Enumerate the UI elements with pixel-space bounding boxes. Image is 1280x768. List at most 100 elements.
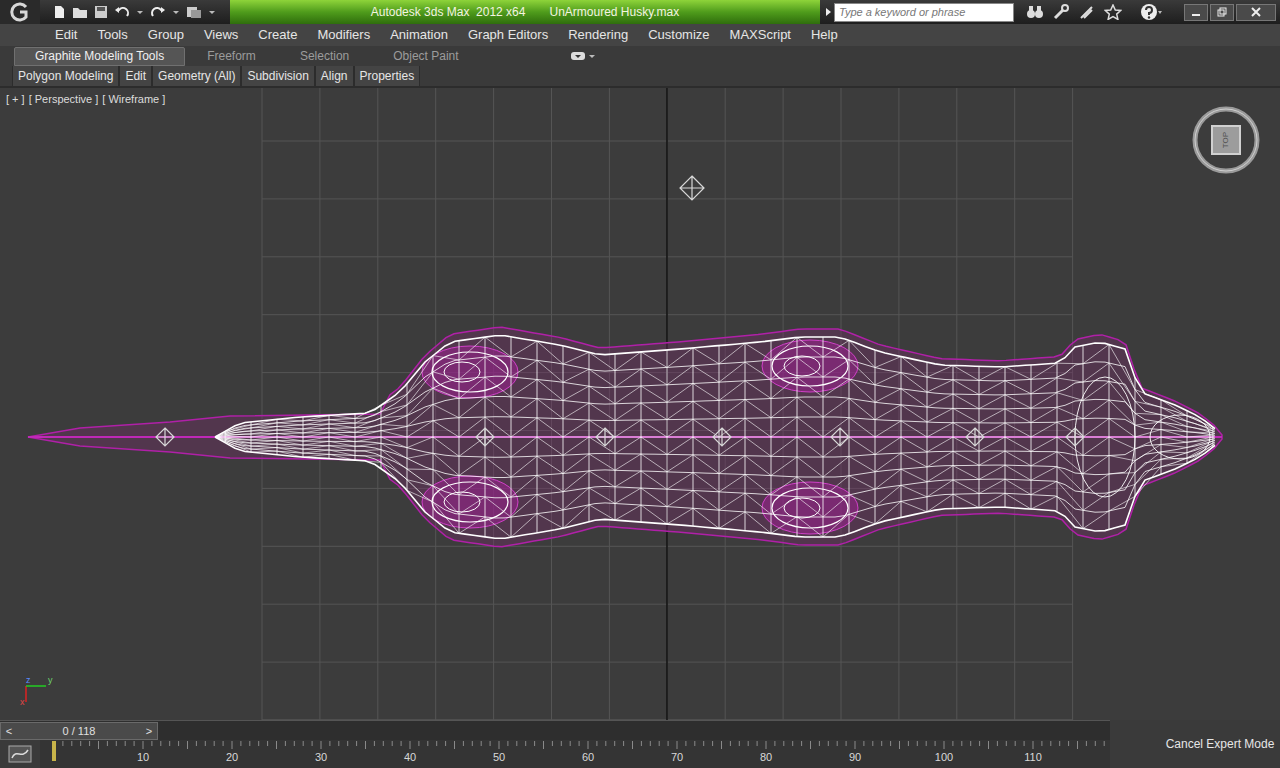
save-icon[interactable] bbox=[94, 5, 108, 19]
undo-icon[interactable] bbox=[114, 5, 130, 19]
binoculars-icon[interactable] bbox=[1026, 4, 1044, 20]
menu-item[interactable]: Views bbox=[194, 25, 248, 45]
restore-button[interactable] bbox=[1210, 4, 1234, 21]
viewcube[interactable]: TOP bbox=[1190, 104, 1262, 176]
time-controls: < 0 / 118 > 102030405060708090100110 bbox=[0, 720, 1160, 768]
mesh-edge bbox=[615, 386, 641, 404]
time-slider-handle[interactable]: < 0 / 118 > bbox=[0, 722, 158, 740]
dropdown-arrow-icon[interactable] bbox=[136, 5, 144, 19]
new-file-icon[interactable] bbox=[52, 5, 66, 19]
bone-helper-icon[interactable] bbox=[596, 428, 614, 446]
mesh-edge bbox=[927, 394, 953, 407]
viewcube-face-label[interactable]: TOP bbox=[1220, 132, 1232, 148]
bone-helper-icon[interactable] bbox=[713, 428, 731, 446]
mesh-edge bbox=[277, 426, 303, 429]
menu-item[interactable]: Help bbox=[801, 25, 848, 45]
search-field[interactable] bbox=[834, 3, 1014, 22]
cancel-expert-mode-button[interactable]: Cancel Expert Mode bbox=[1166, 735, 1275, 753]
star-icon[interactable] bbox=[1104, 4, 1122, 20]
app-menu-button[interactable] bbox=[0, 0, 40, 24]
bone-helper-icon[interactable] bbox=[831, 428, 849, 446]
next-frame-button[interactable]: > bbox=[141, 723, 157, 740]
menu-item[interactable]: Rendering bbox=[558, 25, 638, 45]
time-slider-track[interactable]: < 0 / 118 > bbox=[0, 720, 1110, 740]
mesh-edge bbox=[667, 384, 693, 403]
mesh-edge bbox=[745, 456, 771, 476]
bone-helper-icon[interactable] bbox=[476, 428, 494, 446]
track-bar[interactable]: 102030405060708090100110 bbox=[40, 740, 1110, 768]
mesh-edge bbox=[329, 415, 355, 418]
mesh-edge bbox=[641, 352, 667, 367]
curve-editor-button[interactable] bbox=[0, 740, 40, 768]
mesh-edge bbox=[407, 490, 433, 502]
mesh-edge bbox=[823, 340, 849, 357]
minimize-button[interactable] bbox=[1184, 4, 1208, 21]
expand-arrow-icon[interactable] bbox=[824, 6, 832, 18]
perspective-viewport[interactable]: [ + ][ Perspective ][ Wireframe ] TOP z … bbox=[0, 88, 1280, 720]
viewport-scene[interactable] bbox=[0, 88, 1280, 720]
grid-line bbox=[319, 88, 320, 720]
bone-helper-icon[interactable] bbox=[1066, 428, 1084, 446]
project-folder-icon[interactable] bbox=[186, 5, 202, 19]
ribbon-panel-button[interactable]: Geometry (All) bbox=[152, 66, 241, 86]
mesh-edge bbox=[511, 418, 537, 437]
ribbon-tab[interactable]: Selection bbox=[278, 47, 371, 66]
frame-counter: 0 / 118 bbox=[17, 723, 141, 740]
mesh-edge bbox=[433, 372, 459, 379]
ribbon-tab[interactable]: Freeform bbox=[185, 47, 278, 66]
help-icon[interactable] bbox=[1140, 3, 1162, 21]
open-folder-icon[interactable] bbox=[72, 5, 88, 19]
close-button[interactable] bbox=[1236, 4, 1276, 21]
mesh-edge bbox=[641, 386, 667, 402]
menu-item[interactable]: Group bbox=[138, 25, 194, 45]
wrench-icon[interactable] bbox=[1052, 4, 1070, 20]
menu-item[interactable]: Animation bbox=[380, 25, 458, 45]
mesh-edge bbox=[381, 443, 407, 458]
ribbon-panel-button[interactable]: Edit bbox=[119, 66, 152, 86]
subscription-icon[interactable] bbox=[1078, 4, 1096, 20]
viewport-menu-label[interactable]: [ Wireframe ] bbox=[102, 91, 165, 108]
bone-helper-icon[interactable] bbox=[156, 428, 174, 446]
mesh-edge bbox=[589, 369, 615, 387]
ribbon-panel-button[interactable]: Align bbox=[315, 66, 354, 86]
mesh-edge bbox=[719, 456, 745, 474]
mesh-edge bbox=[667, 490, 693, 506]
menu-item[interactable]: Create bbox=[248, 25, 307, 45]
menu-item[interactable]: Tools bbox=[87, 25, 137, 45]
mesh-edge bbox=[641, 420, 667, 437]
previous-frame-button[interactable]: < bbox=[1, 723, 17, 740]
mini-curve-editor-icon bbox=[8, 744, 32, 764]
point-helper-icon[interactable] bbox=[680, 176, 704, 200]
ribbon-panel-button[interactable]: Properties bbox=[354, 66, 421, 86]
mesh-edge bbox=[1005, 451, 1031, 466]
mesh-edge bbox=[979, 381, 1005, 395]
mesh-edge bbox=[745, 343, 771, 360]
mesh-edge bbox=[1031, 363, 1057, 379]
mesh-edge bbox=[979, 409, 1005, 423]
mesh-edge bbox=[1109, 496, 1135, 511]
menu-item[interactable]: MAXScript bbox=[720, 25, 801, 45]
mesh-edge bbox=[979, 437, 1005, 451]
dropdown-arrow-icon[interactable] bbox=[172, 5, 180, 19]
menu-item[interactable]: Edit bbox=[45, 25, 87, 45]
bone-helper-icon[interactable] bbox=[966, 428, 984, 446]
mesh-edge bbox=[589, 471, 615, 487]
ribbon-tab[interactable]: Graphite Modeling Tools bbox=[14, 47, 185, 66]
redo-icon[interactable] bbox=[150, 5, 166, 19]
track-tick-label: 110 bbox=[1018, 752, 1048, 763]
ribbon-panel-button[interactable]: Subdivision bbox=[241, 66, 314, 86]
mesh-edge bbox=[719, 437, 745, 455]
viewport-menu-label[interactable]: [ + ] bbox=[6, 91, 25, 108]
mesh-edge bbox=[641, 488, 667, 507]
ribbon-panel-button[interactable]: Polygon Modeling bbox=[12, 66, 119, 86]
ribbon-tab[interactable]: Object Paint bbox=[371, 47, 480, 66]
viewport-menu-label[interactable]: [ Perspective ] bbox=[29, 91, 99, 108]
menu-item[interactable]: Modifiers bbox=[307, 25, 380, 45]
mesh-edge bbox=[667, 473, 693, 490]
ribbon-options[interactable] bbox=[571, 51, 595, 61]
menu-item[interactable]: Graph Editors bbox=[458, 25, 558, 45]
viewport-label[interactable]: [ + ][ Perspective ][ Wireframe ] bbox=[6, 91, 165, 108]
dropdown-arrow-icon[interactable] bbox=[208, 5, 216, 19]
menu-item[interactable]: Customize bbox=[638, 25, 719, 45]
mesh-edge bbox=[901, 437, 927, 452]
